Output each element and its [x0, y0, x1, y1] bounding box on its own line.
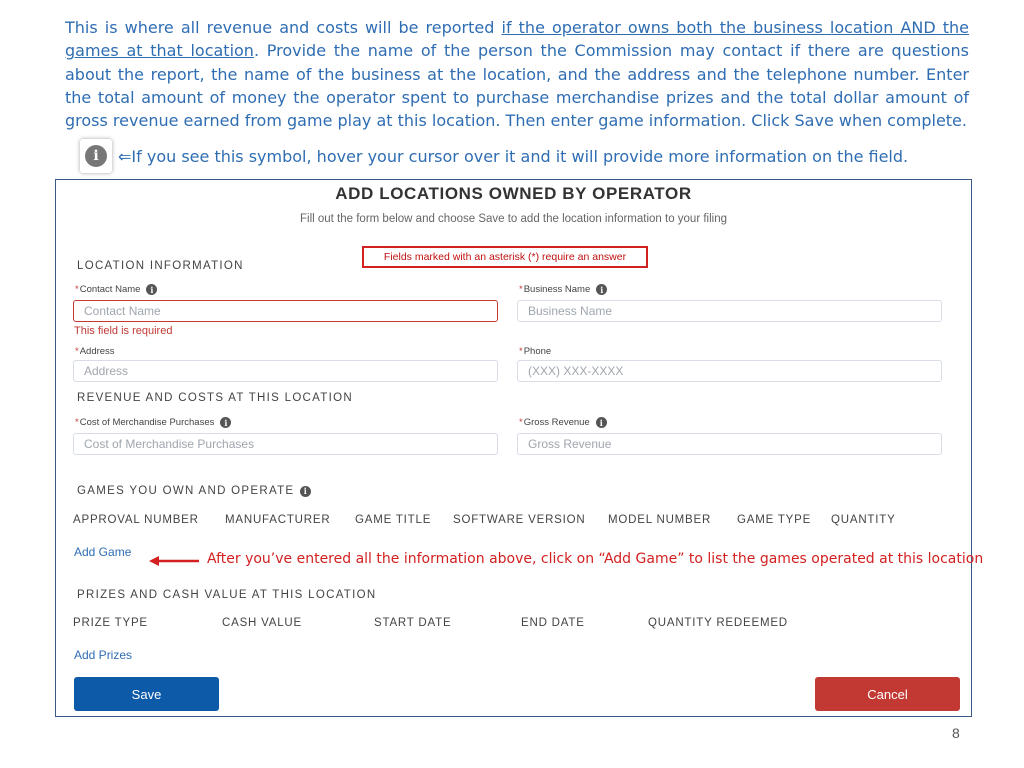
section-revenue-costs: REVENUE AND COSTS AT THIS LOCATION: [77, 392, 353, 404]
section-games: GAMES YOU OWN AND OPERATE i: [77, 485, 312, 497]
business-name-input[interactable]: [518, 301, 941, 321]
gross-revenue-input[interactable]: [518, 434, 941, 454]
section-location-information: LOCATION INFORMATION: [77, 260, 244, 272]
info-icon: i: [85, 145, 107, 167]
cancel-button[interactable]: Cancel: [815, 677, 960, 711]
column-quantity: QUANTITY: [831, 514, 896, 526]
column-software-version: SOFTWARE VERSION: [453, 514, 586, 526]
info-icon-sample: i: [80, 139, 112, 173]
form-title: ADD LOCATIONS OWNED BY OPERATOR: [335, 184, 692, 203]
contact-name-label: * Contact Name i: [75, 284, 158, 295]
column-manufacturer: MANUFACTURER: [225, 514, 331, 526]
address-input[interactable]: [74, 361, 497, 381]
address-field[interactable]: [73, 360, 498, 382]
section-prizes: PRIZES AND CASH VALUE AT THIS LOCATION: [77, 589, 377, 601]
info-tip-text: ⇐If you see this symbol, hover your curs…: [118, 146, 909, 166]
cost-merchandise-label: * Cost of Merchandise Purchases i: [75, 417, 232, 428]
save-button[interactable]: Save: [74, 677, 219, 711]
required-fields-note: Fields marked with an asterisk (*) requi…: [362, 246, 648, 268]
phone-label: * Phone: [519, 346, 552, 357]
instructions-paragraph: This is where all revenue and costs will…: [65, 16, 969, 132]
column-game-title: GAME TITLE: [355, 514, 432, 526]
gross-revenue-field[interactable]: [517, 433, 942, 455]
form-subtitle: Fill out the form below and choose Save …: [299, 213, 728, 225]
gross-revenue-label: * Gross Revenue i: [519, 417, 607, 428]
info-tip: i ⇐If you see this symbol, hover your cu…: [80, 138, 908, 174]
page-number: 8: [952, 725, 960, 741]
phone-field[interactable]: [517, 360, 942, 382]
business-name-label: * Business Name i: [519, 284, 608, 295]
column-approval-number: APPROVAL NUMBER: [73, 514, 199, 526]
column-prize-type: PRIZE TYPE: [73, 617, 148, 629]
add-location-form: ADD LOCATIONS OWNED BY OPERATOR Fill out…: [55, 179, 983, 717]
business-name-field[interactable]: [517, 300, 942, 322]
info-icon[interactable]: i: [596, 284, 608, 295]
column-end-date: END DATE: [521, 617, 585, 629]
info-icon[interactable]: i: [300, 485, 312, 497]
info-icon[interactable]: i: [146, 284, 158, 295]
column-quantity-redeemed: QUANTITY REDEEMED: [648, 617, 788, 629]
cost-merchandise-input[interactable]: [74, 434, 497, 454]
add-game-link[interactable]: Add Game: [74, 545, 131, 559]
column-cash-value: CASH VALUE: [222, 617, 303, 629]
add-prizes-link[interactable]: Add Prizes: [74, 648, 132, 662]
contact-name-field[interactable]: [73, 300, 498, 322]
column-model-number: MODEL NUMBER: [608, 514, 712, 526]
contact-name-error: This field is required: [74, 325, 173, 337]
column-game-type: GAME TYPE: [737, 514, 812, 526]
arrow-left-icon: [149, 556, 199, 566]
phone-input[interactable]: [518, 361, 941, 381]
info-icon[interactable]: i: [595, 417, 607, 428]
column-start-date: START DATE: [374, 617, 452, 629]
address-label: * Address: [75, 346, 115, 357]
add-game-instruction: After you’ve entered all the information…: [207, 551, 984, 567]
instructions-text: This is where all revenue and costs will…: [65, 18, 502, 37]
info-icon[interactable]: i: [220, 417, 232, 428]
cost-merchandise-field[interactable]: [73, 433, 498, 455]
contact-name-input[interactable]: [74, 301, 497, 321]
